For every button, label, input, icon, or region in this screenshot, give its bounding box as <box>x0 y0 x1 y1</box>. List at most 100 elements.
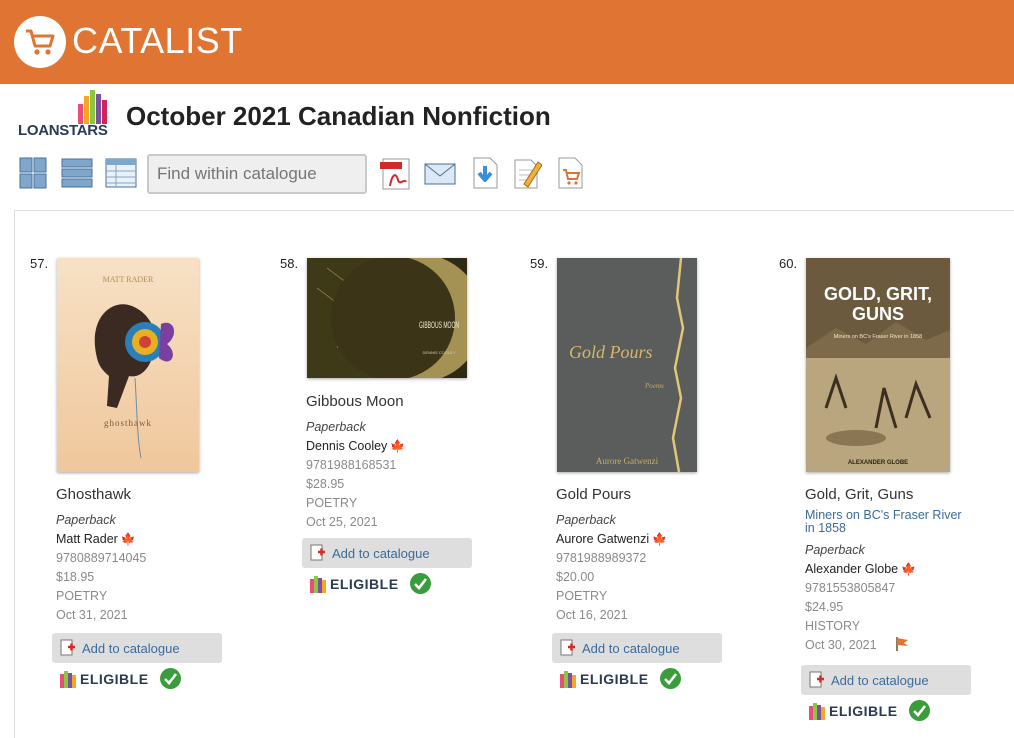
book-price: $24.95 <box>805 600 844 614</box>
book-category: POETRY <box>556 589 608 603</box>
book-title[interactable]: Gold Pours <box>556 486 667 503</box>
cover-author-text: DENNIS COOLEY <box>423 350 456 355</box>
cover-subtitle-text: Poems <box>644 382 664 390</box>
book-title[interactable]: Ghosthawk <box>56 486 146 503</box>
cover-title-text: ghosthawk <box>104 418 152 428</box>
eligible-books-icon <box>560 671 576 688</box>
email-icon[interactable] <box>423 156 457 190</box>
check-icon <box>410 573 431 594</box>
item-number: 59. <box>530 256 549 271</box>
book-cover-ghosthawk[interactable]: MATT RADER ghosthawk <box>57 258 199 472</box>
book-isbn: 9781988168531 <box>306 458 397 472</box>
grid-view-icon[interactable] <box>18 156 48 190</box>
book-info: Gold Pours Paperback Aurore Gatwenzi 🍁 97… <box>556 486 667 625</box>
cover-author-text: MATT RADER <box>103 275 154 284</box>
book-isbn: 9781988989372 <box>556 551 647 565</box>
add-book-icon <box>560 639 575 656</box>
cover-subtitle-text: Miners on BC's Fraser River in 1858 <box>834 334 922 340</box>
list-view-icon[interactable] <box>60 156 94 190</box>
maple-leaf-icon: 🍁 <box>120 532 136 546</box>
check-icon <box>909 700 930 721</box>
item-number: 57. <box>30 256 49 271</box>
add-book-icon <box>310 544 325 561</box>
cart-logo-icon <box>26 29 55 55</box>
book-author-line: Matt Rader 🍁 <box>56 530 146 549</box>
cover-author-text: Aurore Gatwenzi <box>596 456 659 466</box>
add-to-catalogue-button[interactable]: Add to catalogue <box>552 633 722 663</box>
book-price: $20.00 <box>556 570 595 584</box>
book-isbn: 9780889714045 <box>56 551 147 565</box>
book-info: Gold, Grit, Guns Miners on BC's Fraser R… <box>805 486 965 655</box>
add-to-catalogue-label: Add to catalogue <box>582 641 680 656</box>
table-view-icon[interactable] <box>104 156 138 190</box>
book-category: HISTORY <box>805 619 861 633</box>
maple-leaf-icon: 🍁 <box>652 532 668 546</box>
book-date: Oct 25, 2021 <box>306 515 378 529</box>
add-to-catalogue-button[interactable]: Add to catalogue <box>302 538 472 568</box>
maple-leaf-icon: 🍁 <box>390 439 406 453</box>
book-info: Ghosthawk Paperback Matt Rader 🍁 97808897… <box>56 486 146 625</box>
add-to-catalogue-button[interactable]: Add to catalogue <box>801 665 971 695</box>
page-title: October 2021 Canadian Nonfiction <box>126 101 551 131</box>
book-author[interactable]: Matt Rader <box>56 532 118 546</box>
brand-name: CATALIST <box>72 20 243 61</box>
book-date: Oct 30, 2021 <box>805 638 877 652</box>
book-subtitle[interactable]: Miners on BC's Fraser River in 1858 <box>805 509 965 535</box>
book-title[interactable]: Gold, Grit, Guns <box>805 486 965 503</box>
check-icon <box>160 668 181 689</box>
book-date: Oct 31, 2021 <box>56 608 128 622</box>
eligible-books-icon <box>809 703 825 720</box>
loanstars-text: LOANSTARS <box>18 122 108 139</box>
book-isbn: 9781553805847 <box>805 581 896 595</box>
book-author[interactable]: Dennis Cooley <box>306 439 387 453</box>
book-format: Paperback <box>556 513 616 527</box>
add-book-icon <box>809 671 824 688</box>
book-cover-gold-pours[interactable]: Gold Pours Poems Aurore Gatwenzi <box>557 258 697 472</box>
pdf-icon[interactable] <box>378 156 412 190</box>
eligible-label: ELIGIBLE <box>829 703 898 719</box>
book-price: $18.95 <box>56 570 95 584</box>
book-price: $28.95 <box>306 477 345 491</box>
book-format: Paperback <box>306 420 366 434</box>
item-number: 60. <box>779 256 798 271</box>
cover-title-line1: GOLD, GRIT, <box>824 284 932 304</box>
eligible-books-icon <box>310 576 326 593</box>
download-icon[interactable] <box>470 156 500 190</box>
book-author-line: Dennis Cooley 🍁 <box>306 437 405 456</box>
eligible-label: ELIGIBLE <box>580 671 649 687</box>
eligible-label: ELIGIBLE <box>330 576 399 592</box>
book-category: POETRY <box>306 496 358 510</box>
catalogue-search-input[interactable] <box>147 154 367 194</box>
add-book-icon <box>60 639 75 656</box>
book-author[interactable]: Alexander Globe <box>805 562 898 576</box>
add-to-catalogue-label: Add to catalogue <box>332 546 430 561</box>
book-author[interactable]: Aurore Gatwenzi <box>556 532 649 546</box>
check-icon <box>660 668 681 689</box>
cover-title-text: GIBBOUS MOON <box>419 320 459 330</box>
order-cart-icon[interactable] <box>555 156 585 190</box>
edit-icon[interactable] <box>512 156 542 190</box>
book-cover-gibbous-moon[interactable]: GIBBOUS MOON DENNIS COOLEY <box>307 258 467 378</box>
book-cover-gold-grit-guns[interactable]: GOLD, GRIT, GUNS Miners on BC's Fraser R… <box>806 258 950 472</box>
book-author-line: Alexander Globe 🍁 <box>805 560 965 579</box>
maple-leaf-icon: 🍁 <box>901 562 917 576</box>
add-to-catalogue-label: Add to catalogue <box>831 673 929 688</box>
book-info: Gibbous Moon Paperback Dennis Cooley 🍁 97… <box>306 393 405 532</box>
flag-icon[interactable] <box>895 636 909 652</box>
book-author-line: Aurore Gatwenzi 🍁 <box>556 530 667 549</box>
cover-title-text: Gold Pours <box>569 342 653 362</box>
book-format: Paperback <box>56 513 116 527</box>
catalist-logo[interactable] <box>14 16 66 68</box>
book-title[interactable]: Gibbous Moon <box>306 393 405 410</box>
loanstars-books-icon <box>78 90 107 124</box>
add-to-catalogue-button[interactable]: Add to catalogue <box>52 633 222 663</box>
item-number: 58. <box>280 256 299 271</box>
cover-author-text: ALEXANDER GLOBE <box>848 460 908 466</box>
eligible-label: ELIGIBLE <box>80 671 149 687</box>
eligible-books-icon <box>60 671 76 688</box>
add-to-catalogue-label: Add to catalogue <box>82 641 180 656</box>
book-category: POETRY <box>56 589 108 603</box>
book-date: Oct 16, 2021 <box>556 608 628 622</box>
cover-title-line2: GUNS <box>852 304 904 324</box>
top-bar: CATALIST <box>0 0 1014 84</box>
